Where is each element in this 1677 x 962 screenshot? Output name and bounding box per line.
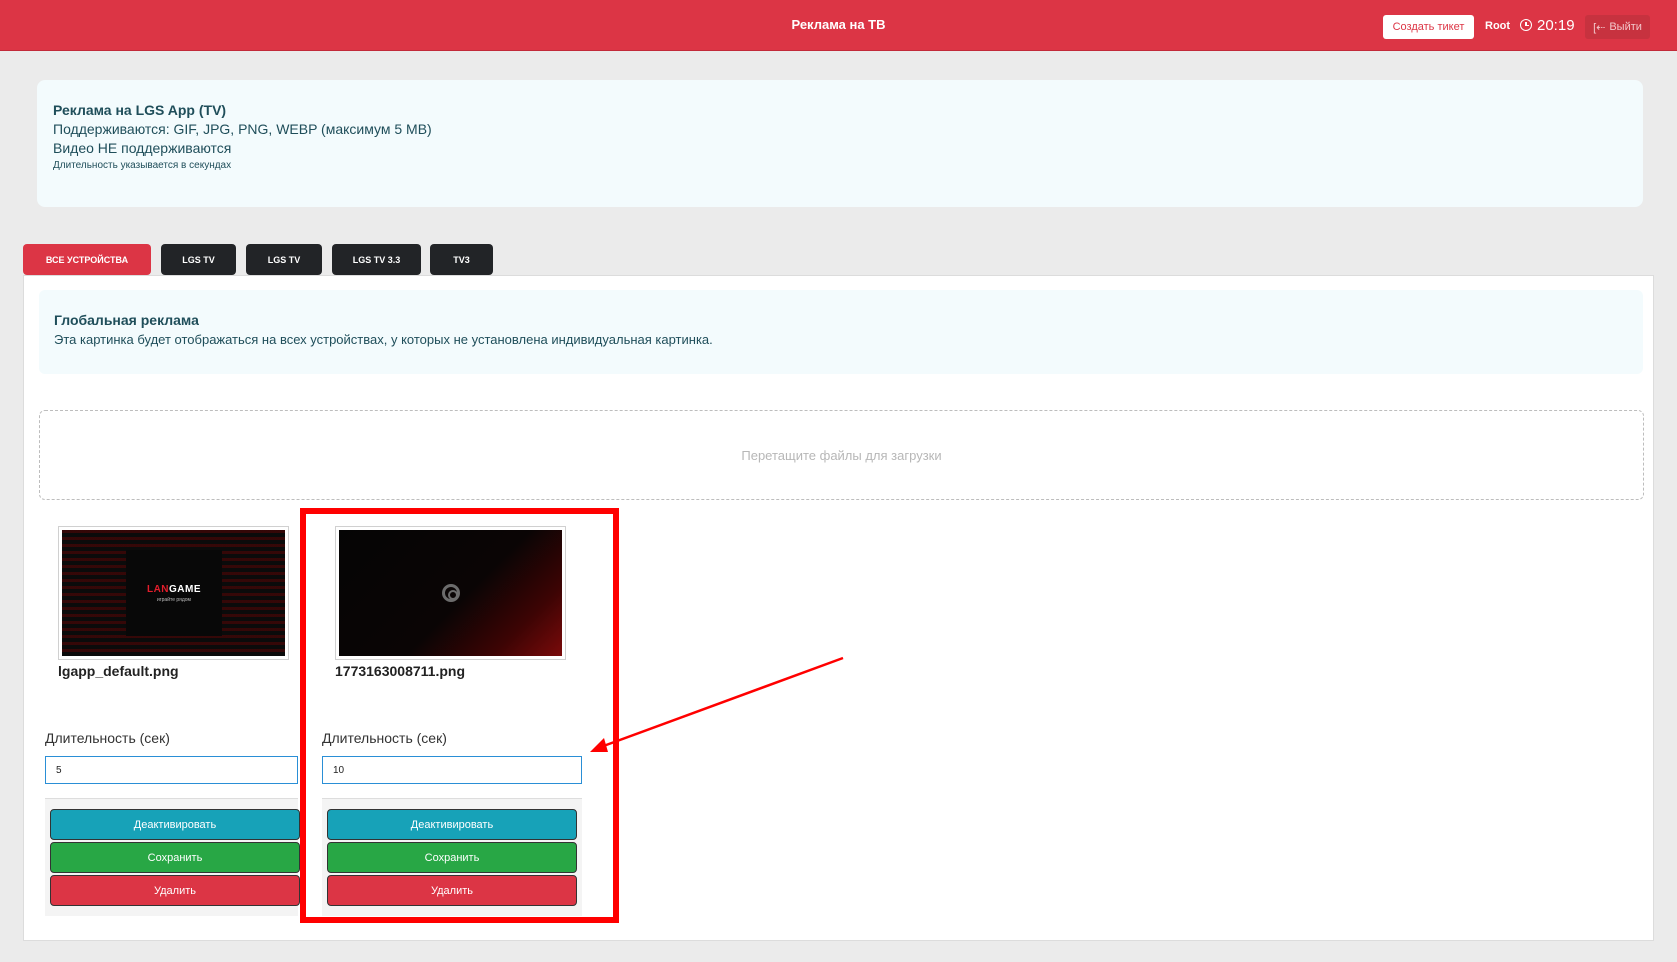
deactivate-button[interactable]: Деактивировать <box>327 809 577 840</box>
top-bar: Реклама на ТВ Создать тикет Root 20:19 [… <box>0 0 1677 51</box>
info-card: Реклама на LGS App (TV) Поддерживаются: … <box>37 80 1643 207</box>
delete-button[interactable]: Удалить <box>327 875 577 906</box>
tab-lgs-tv-3-3[interactable]: LGS TV 3.3 <box>332 244 421 275</box>
create-ticket-button[interactable]: Создать тикет <box>1383 15 1474 39</box>
clock-icon <box>1520 19 1532 31</box>
langame-logo: LANGAME <box>146 583 202 595</box>
save-button[interactable]: Сохранить <box>50 842 300 873</box>
dropzone-text: Перетащите файлы для загрузки <box>741 447 942 463</box>
global-ad-card: Глобальная реклама Эта картинка будет от… <box>39 290 1643 374</box>
tab-lgs-tv-1[interactable]: LGS TV <box>161 244 236 275</box>
tab-all-devices[interactable]: ВСЕ УСТРОЙСТВА <box>23 244 151 275</box>
tab-lgs-tv-2[interactable]: LGS TV <box>246 244 322 275</box>
global-description: Эта картинка будет отображаться на всех … <box>54 332 713 347</box>
clock-time: 20:19 <box>1537 17 1575 34</box>
ad-actions: Деактивировать Сохранить Удалить <box>45 798 300 916</box>
tab-tv3[interactable]: TV3 <box>430 244 493 275</box>
info-formats: Поддерживаются: GIF, JPG, PNG, WEBP (мак… <box>53 121 432 137</box>
lgs-logo-icon <box>442 584 460 602</box>
logo-subtitle: играйте рядом <box>157 596 191 603</box>
global-title: Глобальная реклама <box>54 312 199 328</box>
logout-button[interactable]: [⇠ Выйти <box>1585 15 1650 39</box>
ad-filename: lgapp_default.png <box>58 663 179 679</box>
ad-thumbnail <box>335 526 566 660</box>
ad-thumbnail: LANGAME играйте рядом <box>58 526 289 660</box>
user-name[interactable]: Root <box>1485 20 1510 32</box>
duration-label: Длительность (сек) <box>322 730 447 746</box>
duration-label: Длительность (сек) <box>45 730 170 746</box>
duration-input[interactable] <box>45 756 298 784</box>
duration-input[interactable] <box>322 756 582 784</box>
info-video: Видео НЕ поддерживаются <box>53 140 232 156</box>
logout-label: Выйти <box>1609 21 1642 33</box>
ad-filename: 1773163008711.png <box>335 663 465 679</box>
info-title: Реклама на LGS App (TV) <box>53 102 227 118</box>
delete-button[interactable]: Удалить <box>50 875 300 906</box>
ad-actions: Деактивировать Сохранить Удалить <box>322 798 582 916</box>
deactivate-button[interactable]: Деактивировать <box>50 809 300 840</box>
info-duration-note: Длительность указывается в секундах <box>53 160 232 171</box>
logout-icon: [⇠ <box>1593 21 1606 34</box>
save-button[interactable]: Сохранить <box>327 842 577 873</box>
upload-dropzone[interactable]: Перетащите файлы для загрузки <box>39 410 1644 500</box>
